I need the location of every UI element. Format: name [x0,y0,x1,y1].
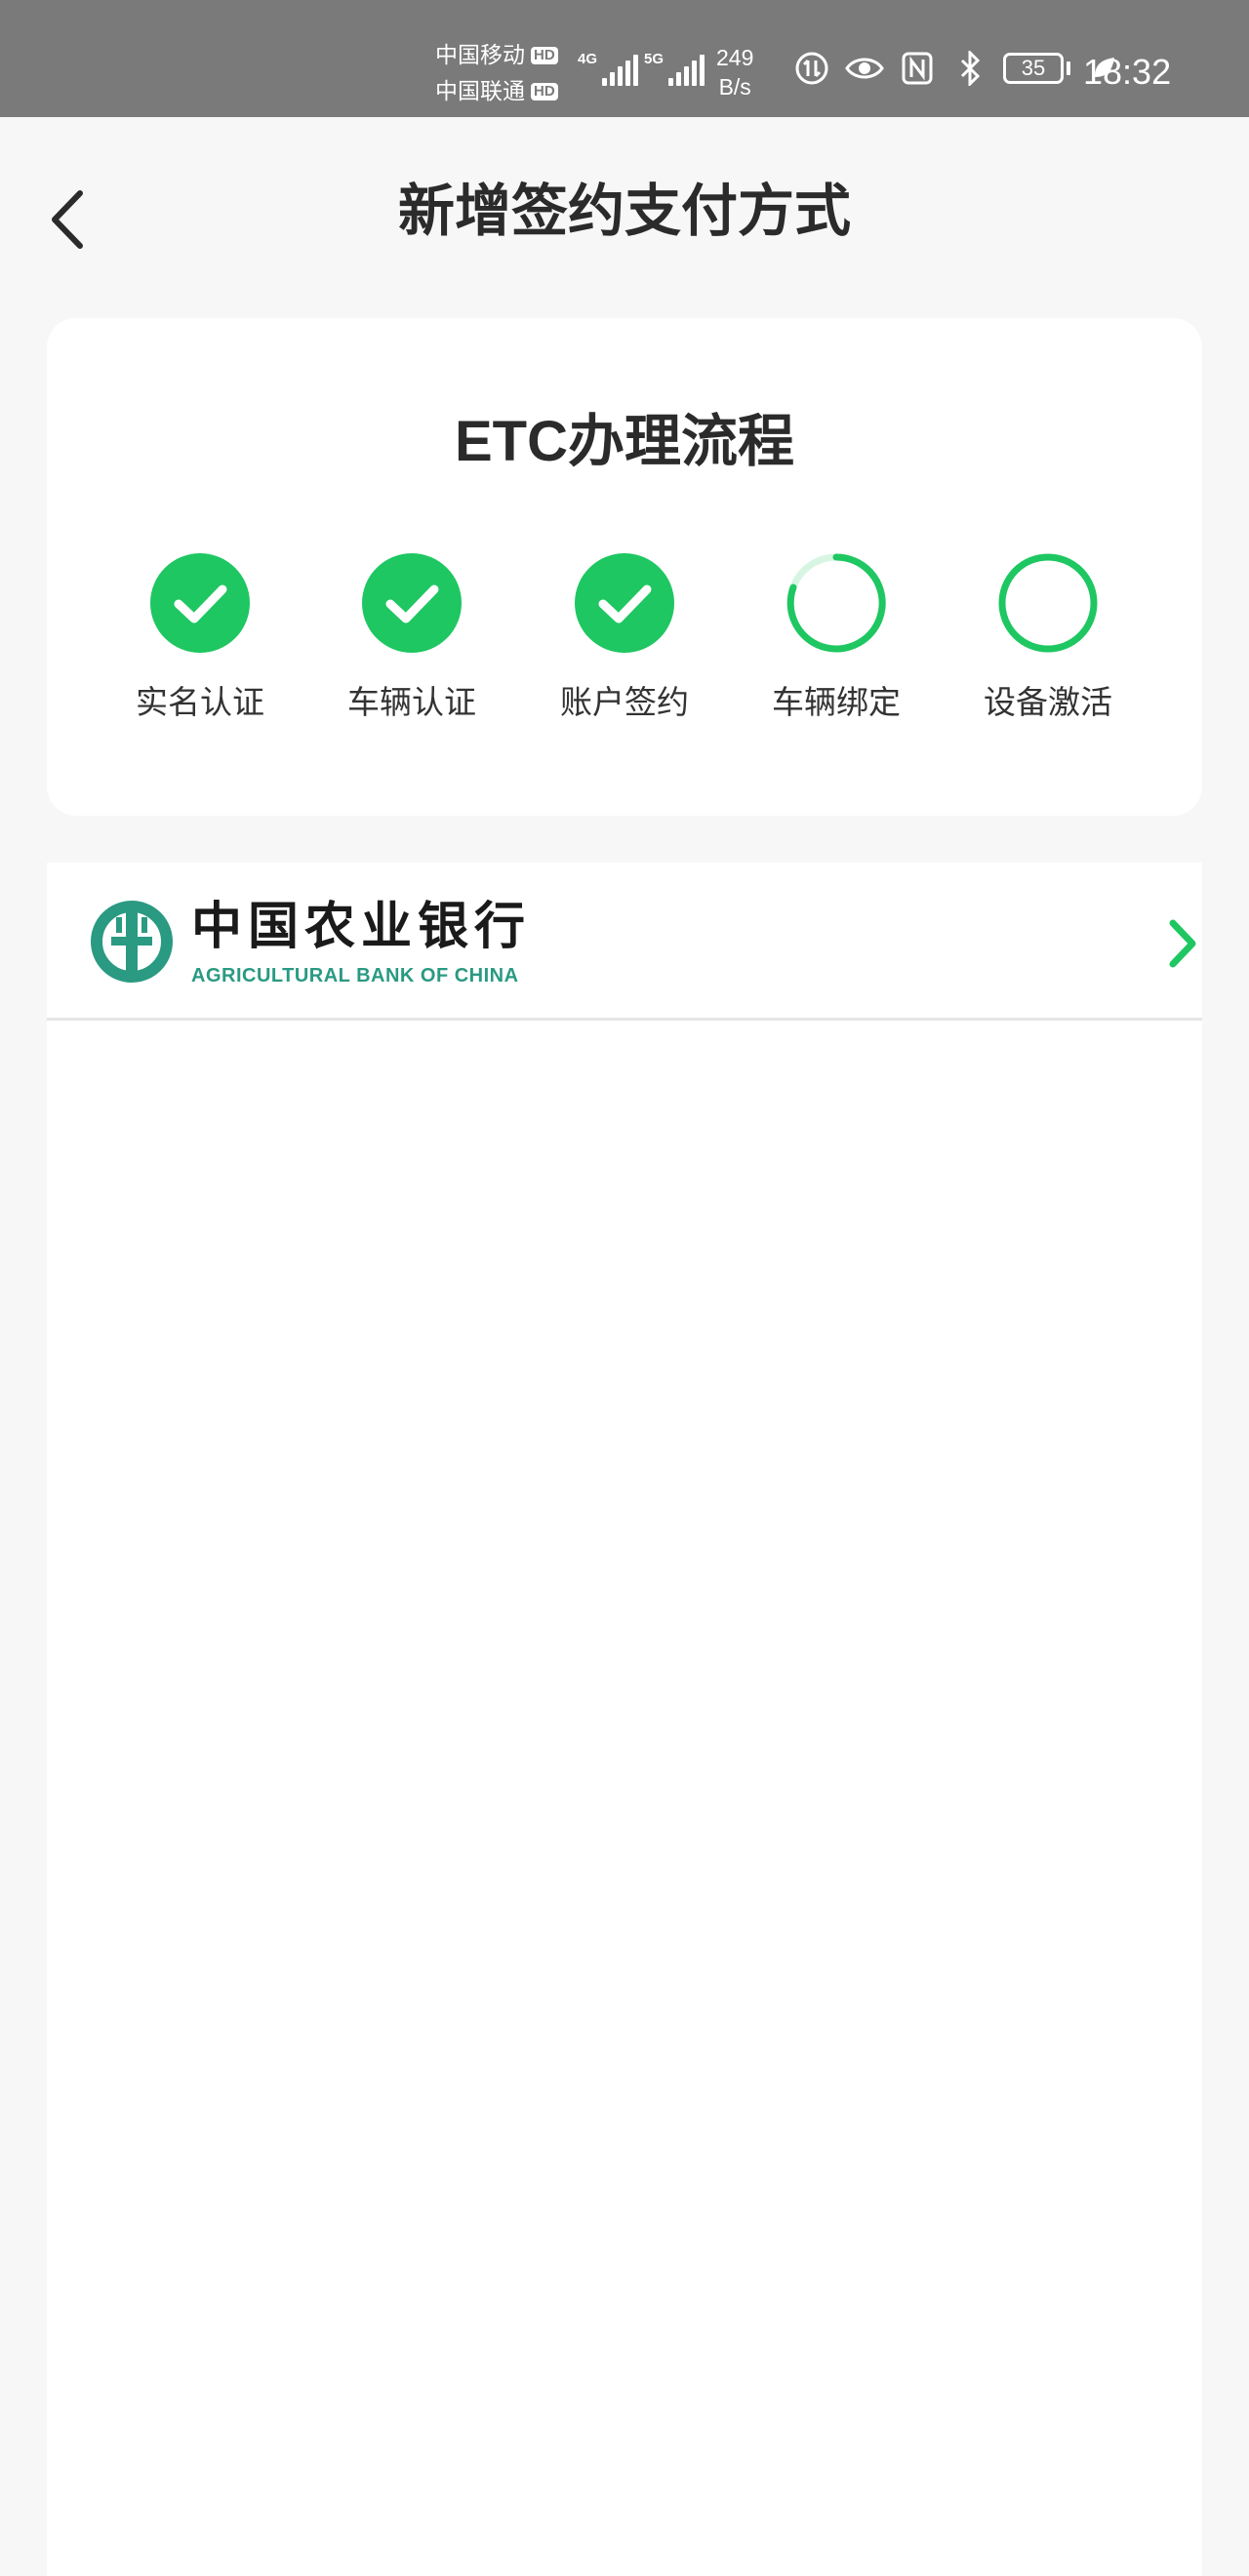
data-saver-icon [792,49,831,88]
status-bar: 中国移动 HD 中国联通 HD 4G 5G 249 B/s 35 18:32 [0,0,1249,117]
bluetooth-icon [950,49,989,88]
chevron-right-icon [1169,919,1196,968]
status-icons: 35 [792,49,1123,88]
etc-flow-card: ETC办理流程 实名认证 车辆认证 账户签约 车辆绑定 设备激活 [47,318,1202,816]
abc-logo-icon [91,901,173,983]
network-type: 5G [644,51,665,67]
nfc-icon [898,49,937,88]
step-label: 实名认证 [136,684,264,720]
network-speed: 249 B/s [716,45,754,100]
carrier-2: 中国联通 [435,78,525,103]
bank-list-area [47,1021,1202,2576]
hd-badge: HD [531,82,558,101]
step-label: 车辆绑定 [772,684,901,720]
check-icon [575,553,674,653]
flow-title: ETC办理流程 [454,410,794,473]
hd-badge: HD [531,46,558,64]
signal-icon: 5G [644,51,705,86]
step-label: 车辆认证 [347,684,476,720]
step-device-activate: 设备激活 [950,552,1146,722]
step-real-name: 实名认证 [102,552,298,722]
check-icon [150,553,250,653]
carrier-1: 中国移动 [435,42,525,67]
battery-level: 35 [1003,53,1064,84]
step-label: 设备激活 [984,684,1112,720]
loading-icon [786,553,886,653]
bank-name-en: AGRICULTURAL BANK OF CHINA [191,965,519,986]
signal-icon: 4G [578,51,639,86]
network-type: 4G [578,51,598,67]
step-account-sign: 账户签约 [527,552,722,722]
step-vehicle-bind: 车辆绑定 [739,552,934,722]
page-title: 新增签约支付方式 [397,180,851,243]
step-vehicle-auth: 车辆认证 [314,552,509,722]
carrier-info: 中国移动 HD 中国联通 HD [435,37,558,109]
check-icon [362,553,462,653]
bank-option-abc[interactable]: 中国农业银行 AGRICULTURAL BANK OF CHINA [47,863,1202,1021]
pending-circle-icon [998,553,1098,653]
flow-steps: 实名认证 车辆认证 账户签约 车辆绑定 设备激活 [47,552,1202,747]
eye-comfort-icon [845,49,884,88]
bank-name-cn: 中国农业银行 [191,897,532,956]
battery-icon: 35 [1003,53,1070,84]
clock: 18:32 [1083,52,1172,92]
step-label: 账户签约 [560,684,689,720]
